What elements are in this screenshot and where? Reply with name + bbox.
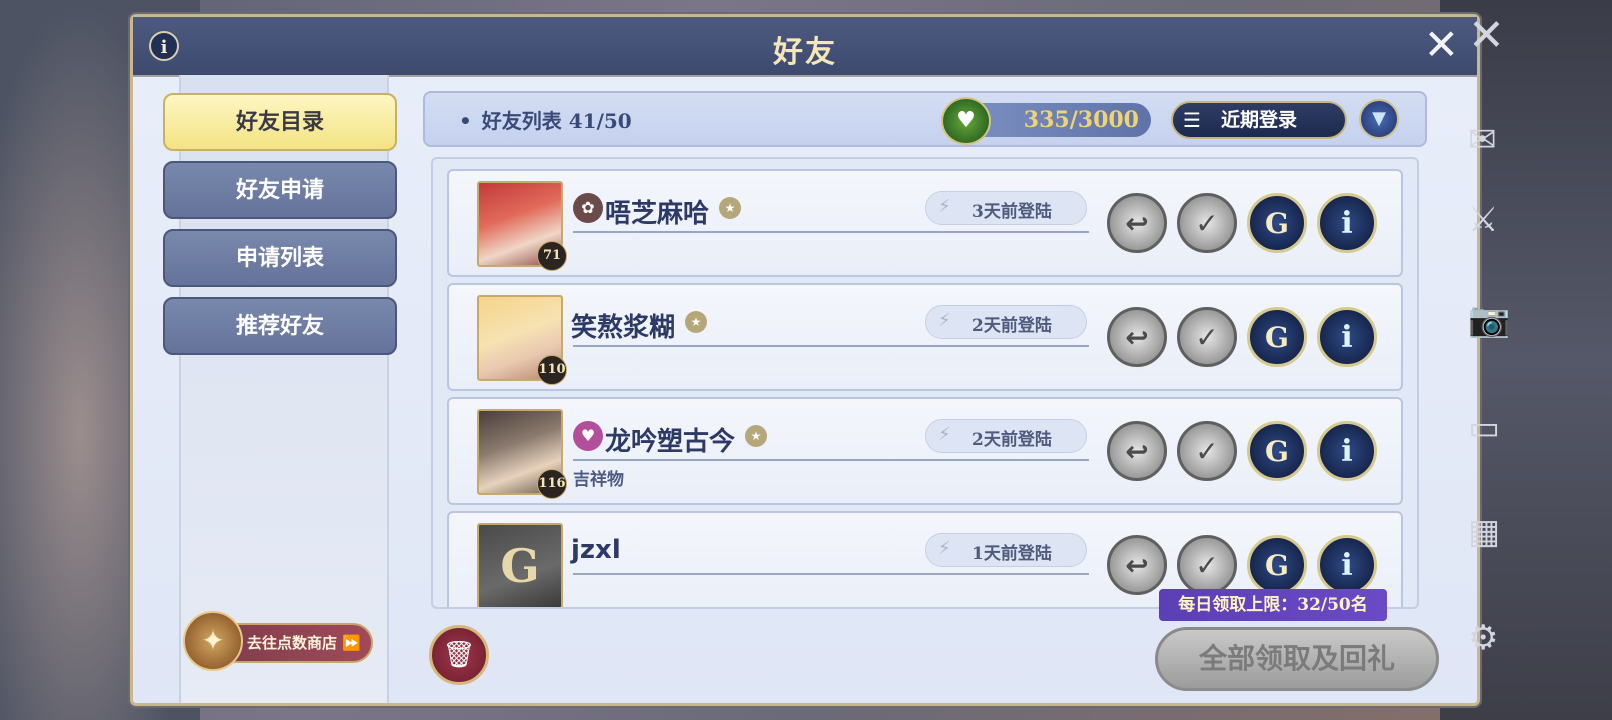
right-toolbar: ✕ ✉ ⚔ 📷 ▭ ▦ ⚙	[1468, 0, 1612, 720]
tab-recommended-friends[interactable]: 推荐好友	[163, 297, 397, 355]
last-login-text: 2天前登陆	[972, 430, 1052, 450]
chevron-down-icon[interactable]: ▼	[1359, 99, 1399, 139]
avatar[interactable]: 71	[477, 181, 567, 271]
crest-icon: ✿	[573, 193, 603, 223]
divider	[573, 459, 1089, 461]
list-header: • 好友列表 41/50 335/3000 ♥ ☰ 近期登录 ▼	[423, 91, 1427, 147]
page-title: 好友	[773, 35, 837, 70]
heart-emblem-icon: ♥	[573, 421, 603, 451]
rank-icon: ★	[745, 425, 767, 447]
gift-claim-button[interactable]: ✓	[1177, 535, 1237, 595]
tab-friend-request[interactable]: 好友申请	[163, 161, 397, 219]
level-badge: 110	[537, 355, 567, 385]
gift-claim-button[interactable]: ✓	[1177, 421, 1237, 481]
last-login-badge: ⚡ 2天前登陆	[925, 419, 1087, 453]
g-crest-button[interactable]: G	[1247, 307, 1307, 367]
friend-info-button[interactable]: i	[1317, 421, 1377, 481]
friend-title: 吉祥物	[573, 470, 624, 490]
calendar-icon[interactable]: ▦	[1468, 512, 1500, 552]
bolt-icon: ⚡	[938, 310, 951, 331]
friend-list[interactable]: 71 ✿ 唔芝麻哈 ★ ⚡ 3天前登陆 ↩ ✓ G i 110 笑熬浆糊 ★ ⚡	[431, 157, 1419, 609]
gear-icon[interactable]: ⚙	[1468, 618, 1498, 658]
friend-points-value: 335/3000	[1023, 107, 1139, 133]
friend-count: • 好友列表 41/50	[459, 109, 632, 133]
last-login-badge: ⚡ 3天前登陆	[925, 191, 1087, 225]
g-crest-button[interactable]: G	[1247, 535, 1307, 595]
friend-name: jzxl	[571, 535, 621, 565]
friends-dialog: i 好友 ✕ 好友目录 好友申请 申请列表 推荐好友 去往点数商店 ⏩ ✦ • 好…	[130, 14, 1480, 706]
tab-friend-directory[interactable]: 好友目录	[163, 93, 397, 151]
tab-request-list[interactable]: 申请列表	[163, 229, 397, 287]
friend-name: 龙吟塑古今	[605, 427, 736, 457]
bolt-icon: ⚡	[938, 196, 951, 217]
g-crest-button[interactable]: G	[1247, 193, 1307, 253]
trash-icon[interactable]: 🗑	[429, 625, 489, 685]
arms-icon[interactable]: ⚔	[1468, 200, 1498, 240]
sort-icon: ☰	[1183, 108, 1201, 132]
last-login-badge: ⚡ 2天前登陆	[925, 305, 1087, 339]
double-arrow-icon: ⏩	[342, 634, 361, 652]
last-login-text: 1天前登陆	[972, 544, 1052, 564]
avatar[interactable]: G	[477, 523, 563, 607]
point-shop-label: 去往点数商店	[247, 634, 338, 652]
close-icon[interactable]: ✕	[1424, 24, 1459, 66]
divider	[573, 231, 1089, 233]
level-badge: 116	[537, 469, 567, 499]
g-crest-button[interactable]: G	[1247, 421, 1307, 481]
list-item: 116 ♥ 龙吟塑古今 ★ 吉祥物 ⚡ 2天前登陆 ↩ ✓ G i	[447, 397, 1403, 505]
sort-button[interactable]: ☰ 近期登录	[1171, 101, 1347, 139]
gift-send-button[interactable]: ↩	[1107, 307, 1167, 367]
bolt-icon: ⚡	[938, 424, 951, 445]
friend-name: 笑熬浆糊	[571, 313, 676, 343]
level-badge: 71	[537, 241, 567, 271]
gift-claim-button[interactable]: ✓	[1177, 193, 1237, 253]
claim-all-button[interactable]: 全部领取及回礼	[1155, 627, 1439, 691]
gift-send-button[interactable]: ↩	[1107, 421, 1167, 481]
point-shop-icon: ✦	[183, 611, 243, 671]
camera-icon[interactable]: 📷	[1468, 300, 1510, 340]
daily-claim-limit-tooltip: 每日领取上限：32/50名	[1159, 589, 1387, 621]
list-item: 110 笑熬浆糊 ★ ⚡ 2天前登陆 ↩ ✓ G i	[447, 283, 1403, 391]
friend-info-button[interactable]: i	[1317, 193, 1377, 253]
gift-claim-button[interactable]: ✓	[1177, 307, 1237, 367]
gift-send-button[interactable]: ↩	[1107, 193, 1167, 253]
friend-info-button[interactable]: i	[1317, 535, 1377, 595]
mail-icon[interactable]: ✉	[1468, 120, 1497, 160]
avatar[interactable]: 110	[477, 295, 567, 385]
last-login-text: 3天前登陆	[972, 202, 1052, 222]
gift-send-button[interactable]: ↩	[1107, 535, 1167, 595]
friend-name: 唔芝麻哈	[605, 199, 710, 229]
friend-info-button[interactable]: i	[1317, 307, 1377, 367]
rank-icon: ★	[719, 197, 741, 219]
divider	[573, 573, 1089, 575]
last-login-text: 2天前登陆	[972, 316, 1052, 336]
sort-label: 近期登录	[1220, 109, 1297, 131]
close-icon[interactable]: ✕	[1468, 10, 1505, 61]
rank-icon: ★	[685, 311, 707, 333]
friendship-points-icon: ♥	[941, 97, 991, 145]
list-item: 71 ✿ 唔芝麻哈 ★ ⚡ 3天前登陆 ↩ ✓ G i	[447, 169, 1403, 277]
battery-icon[interactable]: ▭	[1468, 408, 1500, 448]
last-login-badge: ⚡ 1天前登陆	[925, 533, 1087, 567]
bolt-icon: ⚡	[938, 538, 951, 559]
avatar[interactable]: 116	[477, 409, 567, 499]
divider	[573, 345, 1089, 347]
title-bar: i 好友 ✕	[133, 17, 1477, 77]
